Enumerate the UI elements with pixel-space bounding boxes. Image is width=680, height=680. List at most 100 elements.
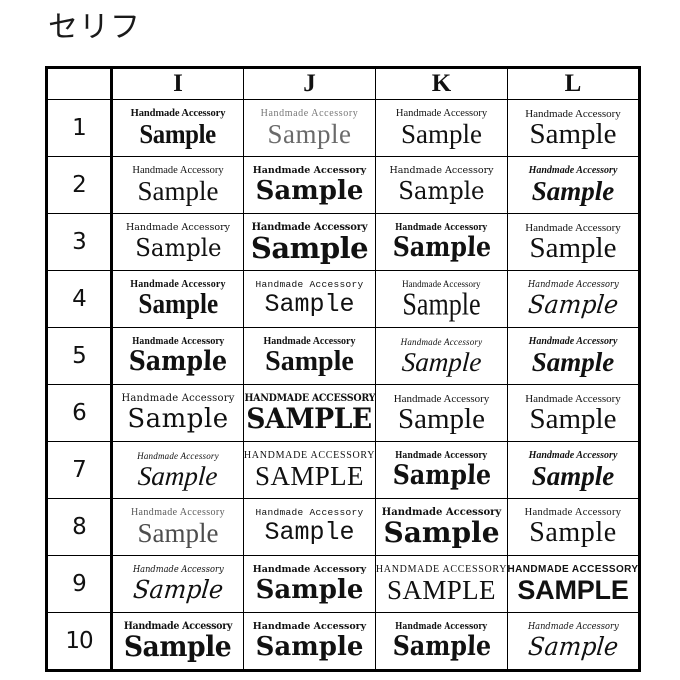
font-sample: Handmade Accessory Sample	[245, 500, 375, 555]
sample-cell-i9[interactable]: Handmade Accessory Sample	[111, 555, 244, 613]
sample-cell-i1[interactable]: Handmade Accessory Sample	[111, 99, 244, 157]
font-sample: Handmade Accessory Sample	[509, 101, 639, 156]
sample-cell-j4[interactable]: Handmade Accessory Sample	[243, 270, 376, 328]
font-sample: Handmade Accessory Sample	[377, 101, 507, 156]
table-row: 5 Handmade Accessory Sample Handmade Access…	[46, 327, 640, 385]
font-sample-sheet: セリフ I J K L 1 Handmade Accessory Sample Han…	[0, 0, 680, 680]
sample-cell-k5[interactable]: Handmade Accessory Sample	[375, 327, 508, 385]
sample-word: Sample	[267, 119, 352, 149]
sample-cell-i2[interactable]: Handmade Accessory Sample	[111, 156, 244, 214]
sample-word: Sample	[137, 176, 219, 206]
font-sample: Handmade Accessory Sample	[113, 386, 243, 441]
sample-cell-i6[interactable]: Handmade Accessory Sample	[111, 384, 244, 442]
sample-cell-i7[interactable]: Handmade Accessory Sample	[111, 441, 244, 499]
sample-word: Sample	[127, 404, 229, 434]
font-sample: Handmade Accessory Sample	[509, 215, 639, 270]
sample-cell-i5[interactable]: Handmade Accessory Sample	[111, 327, 244, 385]
sample-cell-j1[interactable]: Handmade Accessory Sample	[243, 99, 376, 157]
sample-cell-l6[interactable]: Handmade Accessory Sample	[507, 384, 640, 442]
font-sample: Handmade Accessory Sample	[377, 158, 507, 213]
sample-cell-k3[interactable]: Handmade Accessory Sample	[375, 213, 508, 271]
sample-cell-j8[interactable]: Handmade Accessory Sample	[243, 498, 376, 556]
sample-word: SAMPLE	[517, 575, 629, 605]
row-label: 1	[46, 99, 113, 157]
sample-word: Sample	[526, 632, 620, 661]
font-sample: Handmade Accessory Sample	[245, 614, 375, 670]
row-label: 5	[46, 327, 113, 385]
sample-cell-j5[interactable]: Handmade Accessory Sample	[243, 327, 376, 385]
sample-word: Sample	[391, 631, 492, 662]
page-title: セリフ	[48, 10, 141, 45]
sample-cell-k2[interactable]: Handmade Accessory Sample	[375, 156, 508, 214]
sample-word: Sample	[531, 176, 615, 206]
table-row: 3 Handmade Accessory Sample Handmade Access…	[46, 213, 640, 271]
row-label: 3	[46, 213, 113, 271]
sample-cell-i4[interactable]: Handmade Accessory Sample	[111, 270, 244, 328]
sample-cell-l1[interactable]: Handmade Accessory Sample	[507, 99, 640, 157]
font-sample: Handmade Accessory Sample	[509, 443, 639, 498]
sample-word: Sample	[264, 518, 355, 547]
sample-cell-l10[interactable]: Handmade Accessory Sample	[507, 612, 640, 671]
font-sample: Handmade Accessory Sample	[245, 215, 375, 270]
font-sample: HANDMADE ACCESSORY SAMPLE	[245, 443, 375, 498]
font-sample: Handmade Accessory Sample	[113, 443, 243, 498]
sample-cell-j9[interactable]: Handmade Accessory Sample	[243, 555, 376, 613]
font-sample: Handmade Accessory Sample	[113, 158, 243, 213]
row-label: 7	[46, 441, 113, 499]
sample-cell-l9[interactable]: HANDMADE ACCESSORY SAMPLE	[507, 555, 640, 613]
sample-cell-k8[interactable]: Handmade Accessory Sample	[375, 498, 508, 556]
sample-cell-l7[interactable]: Handmade Accessory Sample	[507, 441, 640, 499]
table-row: 9 Handmade Accessory Sample Handmade Access…	[46, 555, 640, 613]
sample-cell-l4[interactable]: Handmade Accessory Sample	[507, 270, 640, 328]
sample-cell-l5[interactable]: Handmade Accessory Sample	[507, 327, 640, 385]
sample-cell-k10[interactable]: Handmade Accessory Sample	[375, 612, 508, 671]
font-sample: Handmade Accessory Sample	[377, 614, 507, 670]
sample-word: Sample	[131, 575, 225, 604]
sample-cell-k9[interactable]: HANDMADE ACCESSORY SAMPLE	[375, 555, 508, 613]
table-header: I J K L	[46, 67, 640, 100]
sample-cell-j7[interactable]: HANDMADE ACCESSORY SAMPLE	[243, 441, 376, 499]
row-label: 10	[46, 612, 113, 671]
table-row: 6 Handmade Accessory Sample HANDMADE ACCESS…	[46, 384, 640, 442]
font-sample: Handmade Accessory Sample	[509, 614, 639, 670]
sample-cell-k7[interactable]: Handmade Accessory Sample	[375, 441, 508, 499]
sample-word: Sample	[401, 119, 482, 149]
font-sample: Handmade Accessory Sample	[509, 500, 639, 555]
sample-cell-j6[interactable]: HANDMADE ACCESSORY SAMPLE	[243, 384, 376, 442]
table-row: 2 Handmade Accessory Sample Handmade Access…	[46, 156, 640, 214]
sample-word: Sample	[137, 461, 219, 491]
sample-cell-j10[interactable]: Handmade Accessory Sample	[243, 612, 376, 671]
sample-cell-i10[interactable]: Handmade Accessory Sample	[111, 612, 244, 671]
font-sample: Handmade Accessory Sample	[113, 101, 243, 156]
font-sample: Handmade Accessory Sample	[245, 329, 375, 384]
font-sample: Handmade Accessory Sample	[245, 158, 375, 213]
sample-word: Sample	[391, 460, 492, 491]
font-sample: Handmade Accessory Sample	[377, 500, 507, 555]
font-sample: Handmade Accessory Sample	[509, 272, 639, 327]
font-sample: Handmade Accessory Sample	[245, 101, 375, 156]
sample-word: Sample	[255, 176, 364, 206]
font-sample: HANDMADE ACCESSORY SAMPLE	[245, 386, 375, 441]
sample-word: Sample	[398, 403, 485, 435]
font-sample: Handmade Accessory Sample	[113, 614, 243, 670]
sample-cell-k1[interactable]: Handmade Accessory Sample	[375, 99, 508, 157]
sample-cell-l3[interactable]: Handmade Accessory Sample	[507, 213, 640, 271]
table-row: 10 Handmade Accessory Sample Handmade Acces…	[46, 612, 640, 671]
sample-word: Sample	[531, 347, 615, 377]
font-sample: Handmade Accessory Sample	[245, 272, 375, 327]
sample-cell-l8[interactable]: Handmade Accessory Sample	[507, 498, 640, 556]
font-sample: Handmade Accessory Sample	[377, 443, 507, 498]
sample-cell-j3[interactable]: Handmade Accessory Sample	[243, 213, 376, 271]
sample-cell-k6[interactable]: Handmade Accessory Sample	[375, 384, 508, 442]
sample-cell-j2[interactable]: Handmade Accessory Sample	[243, 156, 376, 214]
sample-subtitle: Handmade Accessory	[389, 165, 494, 176]
table-row: 1 Handmade Accessory Sample Handmade Access…	[46, 99, 640, 157]
sample-cell-k4[interactable]: Handmade Accessory Sample	[375, 270, 508, 328]
sample-word: Sample	[529, 517, 617, 548]
sample-cell-i8[interactable]: Handmade Accessory Sample	[111, 498, 244, 556]
font-sample: HANDMADE ACCESSORY SAMPLE	[377, 557, 507, 612]
sample-cell-i3[interactable]: Handmade Accessory Sample	[111, 213, 244, 271]
sample-word: Sample	[138, 289, 218, 320]
sample-cell-l2[interactable]: Handmade Accessory Sample	[507, 156, 640, 214]
column-header-j: J	[243, 67, 376, 100]
